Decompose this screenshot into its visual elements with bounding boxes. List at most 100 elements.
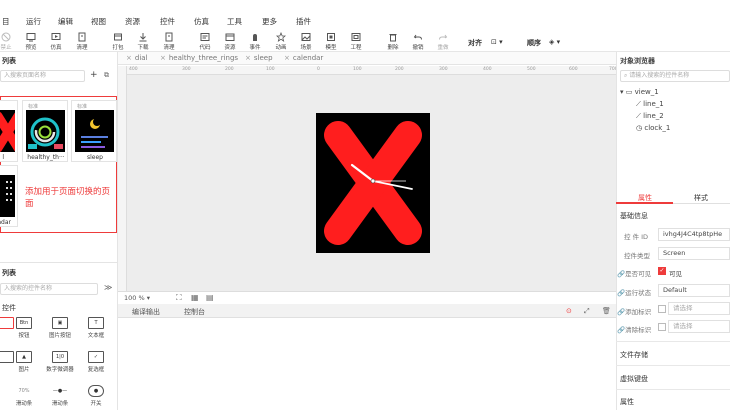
trash-icon[interactable]: 🗑 xyxy=(602,307,611,315)
menu-bar: 目 运行 编辑 视图 资源 控件 仿真 工具 更多 插件 xyxy=(0,14,730,28)
clear-tag-checkbox[interactable] xyxy=(658,323,666,331)
visible-checkbox[interactable]: ✓ xyxy=(658,267,666,275)
button-control[interactable]: Btn 按钮 xyxy=(10,317,38,341)
zoom-bar: 100 % ▾ ⛶ ▦ ▤ xyxy=(118,291,616,303)
run-state-field[interactable]: Default xyxy=(658,284,730,297)
clean-button[interactable]: 清理 xyxy=(71,30,93,52)
clear-tag-select[interactable]: 请选择 xyxy=(668,320,730,333)
resource-button[interactable]: 资源 xyxy=(219,30,241,52)
slider-control[interactable]: 70% 滑动条 xyxy=(10,385,38,409)
number-spinner-control[interactable]: 1|0 数字微调器 xyxy=(46,351,74,375)
page-search-input[interactable]: 入搜索页面名称 xyxy=(0,70,85,82)
attributes-section[interactable]: 属性 xyxy=(620,397,634,407)
align-dropdown-icon[interactable]: ⊡ ▾ xyxy=(491,38,503,46)
link-icon: 🔗 xyxy=(617,326,626,334)
add-tag-select[interactable]: 请选择 xyxy=(668,302,730,315)
tree-item-clock[interactable]: ◷ clock_1 xyxy=(636,124,670,132)
code-button[interactable]: 代码 xyxy=(194,30,216,52)
tab-sleep[interactable]: × sleep xyxy=(245,54,273,62)
page-card[interactable]: endar xyxy=(0,165,18,227)
switch-control[interactable]: ● 开关 xyxy=(82,385,110,409)
image-control[interactable]: ▲ 图片 xyxy=(10,351,38,375)
screen-view[interactable] xyxy=(316,113,430,253)
order-dropdown-icon[interactable]: ◈ ▾ xyxy=(549,38,560,46)
expand-icon[interactable]: ⤢ xyxy=(584,307,590,316)
menu-item[interactable]: 插件 xyxy=(296,16,311,27)
tab-calendar[interactable]: × calendar xyxy=(284,54,323,62)
zoom-select[interactable]: 100 % ▾ xyxy=(124,294,150,302)
download-button[interactable]: 下载 xyxy=(132,30,154,52)
add-page-icon[interactable]: + xyxy=(90,70,98,80)
view-icon: ▭ xyxy=(625,88,633,96)
menu-item[interactable]: 视图 xyxy=(91,16,106,27)
textbox-control[interactable]: T 文本框 xyxy=(82,317,110,341)
tree-item-view[interactable]: ▾ ▭ view_1 xyxy=(620,88,659,96)
stop-icon[interactable]: ⊙ xyxy=(566,307,572,315)
project-button[interactable]: 工程 xyxy=(345,30,367,52)
tab-healthy-three-rings[interactable]: × healthy_three_rings xyxy=(160,54,238,62)
add-tag-checkbox[interactable] xyxy=(658,305,666,313)
event-button[interactable]: 事件 xyxy=(244,30,266,52)
page-card[interactable]: l xyxy=(0,100,18,162)
object-browser-title: 对象浏览器 xyxy=(620,57,655,65)
tree-item-line-1[interactable]: ⟋ line_1 xyxy=(636,100,664,109)
control-search-input[interactable]: 入搜索的控件名称 xyxy=(0,283,98,295)
basic-info-title: 基础信息 xyxy=(620,212,648,220)
controls-section-title: 控件 xyxy=(2,304,16,312)
order-menu[interactable]: 顺序 xyxy=(527,38,541,48)
table-icon[interactable]: ▤ xyxy=(206,293,214,302)
menu-item[interactable]: 仿真 xyxy=(194,16,209,27)
page-card[interactable]: 标准 healthy_th··· xyxy=(22,100,68,162)
code-icon xyxy=(200,33,210,41)
collapse-icon[interactable]: ≫ xyxy=(104,283,112,292)
object-search-input[interactable]: ⌕ 请输入搜索的控件名称 xyxy=(620,70,730,82)
tab-compile-output[interactable]: 编译输出 xyxy=(132,307,160,317)
animation-button[interactable]: 动画 xyxy=(270,30,292,52)
menu-item[interactable]: 编辑 xyxy=(58,16,73,27)
close-icon[interactable]: × xyxy=(126,54,132,62)
close-icon[interactable]: × xyxy=(160,54,166,62)
copy-page-icon[interactable]: ⧉ xyxy=(104,71,109,80)
add-tag-label: 🔗添加标识 xyxy=(617,308,652,316)
file-storage-section[interactable]: 文件存储 xyxy=(620,350,648,360)
page-thumbnail xyxy=(0,175,15,217)
menu-item[interactable]: 运行 xyxy=(26,16,41,27)
grid-icon[interactable]: ▦ xyxy=(191,293,199,302)
package-button[interactable]: 打包 xyxy=(107,30,129,52)
menu-item[interactable]: 资源 xyxy=(125,16,140,27)
id-field[interactable]: ivhg4J4C4tp8tpHe xyxy=(658,228,730,241)
checkbox-control[interactable]: ✓ 复选框 xyxy=(82,351,110,375)
redo-icon xyxy=(439,34,448,40)
search-icon: ⌕ xyxy=(624,72,628,79)
tab-console[interactable]: 控制台 xyxy=(184,307,205,317)
redo-button[interactable]: 重做 xyxy=(432,30,454,52)
disable-button[interactable]: 禁止 xyxy=(0,30,17,52)
link-icon: 🔗 xyxy=(617,270,626,278)
tree-item-line-2[interactable]: ⟋ line_2 xyxy=(636,112,664,121)
close-icon[interactable]: × xyxy=(245,54,251,62)
undo-button[interactable]: 撤销 xyxy=(407,30,429,52)
model-button[interactable]: 模型 xyxy=(320,30,342,52)
run-state-label: 🔗运行状态 xyxy=(617,289,652,297)
tab-dial[interactable]: × dial xyxy=(126,54,148,62)
menu-item[interactable]: 目 xyxy=(2,16,10,27)
menu-item[interactable]: 工具 xyxy=(227,16,242,27)
visible-label: 🔗是否可见 xyxy=(617,270,652,278)
virtual-keyboard-section[interactable]: 虚拟键盘 xyxy=(620,374,648,384)
clean-button-2[interactable]: 清理 xyxy=(158,30,180,52)
align-menu[interactable]: 对齐 xyxy=(468,38,482,48)
preview-button[interactable]: 预览 xyxy=(20,30,42,52)
simulate-button[interactable]: 仿真 xyxy=(45,30,67,52)
slider-control-2[interactable]: —●— 滑动条 xyxy=(46,385,74,409)
page-card[interactable]: 标准 sleep xyxy=(71,100,117,162)
close-icon[interactable]: × xyxy=(284,54,290,62)
scene-button[interactable]: 场景 xyxy=(295,30,317,52)
tab-styles[interactable]: 样式 xyxy=(694,193,708,203)
delete-button[interactable]: 删除 xyxy=(382,30,404,52)
menu-item[interactable]: 控件 xyxy=(160,16,175,27)
image-button-control[interactable]: ▣ 图片按钮 xyxy=(46,317,74,341)
fit-icon[interactable]: ⛶ xyxy=(176,293,182,303)
clean-icon xyxy=(165,32,173,42)
output-tabs: 编译输出 控制台 ⊙ ⤢ 🗑 xyxy=(118,304,616,318)
menu-item[interactable]: 更多 xyxy=(262,16,277,27)
